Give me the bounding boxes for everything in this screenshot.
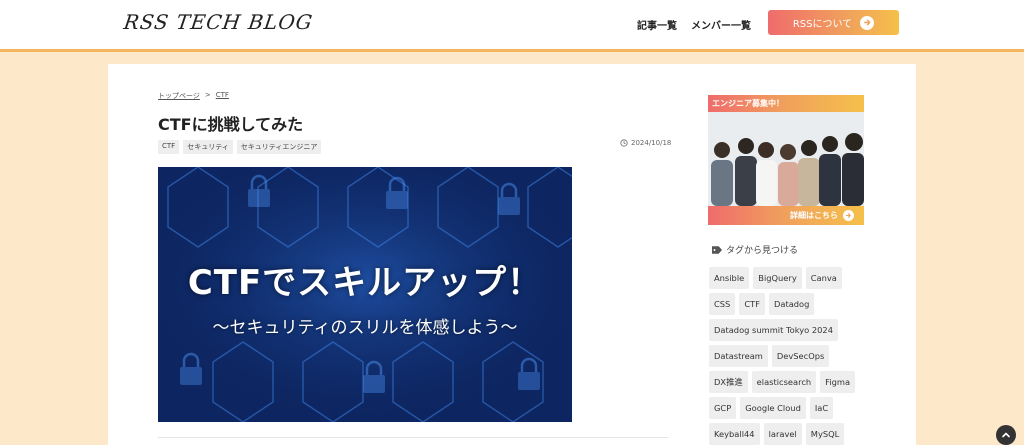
team-photo-illustration [708,112,864,206]
recruit-banner[interactable]: エンジニア募集中！ 詳細はこちら [708,95,864,225]
recruit-cta-label: 詳細はこちら [790,211,838,220]
recruit-cta[interactable]: 詳細はこちら [708,206,864,225]
article-title: CTFに挑戦してみた [158,115,304,134]
tag-cloud-item[interactable]: Datastream [709,345,768,367]
tag-cloud-item[interactable]: Keyball44 [709,423,760,445]
tag-cloud-item[interactable]: Canva [805,267,842,289]
tag-cloud-item[interactable]: laravel [763,423,802,445]
tag-section-title: タグから見つける [726,246,799,256]
tag-cloud-item[interactable]: Datadog summit Tokyo 2024 [709,319,838,341]
clock-icon [620,139,628,147]
site-logo[interactable]: RSS TECH BLOG [122,10,314,34]
recruit-banner-heading: エンジニア募集中！ [708,95,864,112]
tag-section-heading: タグから見つける [712,243,798,256]
scroll-to-top-button[interactable] [996,425,1016,445]
tag-cloud-item[interactable]: DevSecOps [771,345,830,367]
tag-cloud-item[interactable]: CTF [739,293,765,315]
tag-cloud-item[interactable]: Figma [820,371,856,393]
hero-title: CTFでスキルアップ！ [187,263,543,303]
tag-cloud-item[interactable]: DX推進 [709,371,748,393]
tag-cloud-item[interactable]: Ansible [709,267,750,289]
breadcrumb-separator: > [204,91,211,99]
article-tag[interactable]: セキュリティエンジニア [236,140,322,154]
tag-icon [712,245,722,254]
breadcrumb: トップページ > CTF [158,91,229,101]
team-photo [708,112,864,206]
hero-image: CTFでスキルアップ！ 〜セキュリティのスリルを体感しよう〜 [158,167,572,422]
arrow-right-icon [843,210,854,221]
article-tag[interactable]: セキュリティ [183,140,233,154]
tag-cloud-item[interactable]: MySQL [805,423,845,445]
tag-cloud-item[interactable]: elasticsearch [751,371,817,393]
article-tag[interactable]: CTF [158,140,180,154]
hero-subtitle: 〜セキュリティのスリルを体感しよう〜 [212,318,518,338]
tag-cloud-item[interactable]: IaC [809,397,834,419]
arrow-right-icon [860,15,875,30]
content-divider [158,437,668,438]
chevron-up-icon [1002,432,1010,438]
main-nav: 記事一覧 メンバー一覧 [637,17,751,32]
tag-cloud-item[interactable]: GCP [709,397,737,419]
breadcrumb-home[interactable]: トップページ [158,91,200,101]
rss-button-label: RSSについて [792,19,853,30]
publish-date-text: 2024/10/18 [631,139,672,147]
tag-cloud: Ansible BigQuery Canva CSS CTF Datadog D… [709,267,867,445]
tag-cloud-item[interactable]: CSS [709,293,736,315]
nav-members[interactable]: メンバー一覧 [691,17,751,32]
content-panel: トップページ > CTF CTFに挑戦してみた CTF セキュリティ セキュリテ… [108,64,916,445]
rss-about-button[interactable]: RSSについて [768,10,899,35]
publish-date: 2024/10/18 [620,139,671,147]
article-tags: CTF セキュリティ セキュリティエンジニア [158,140,322,154]
nav-articles[interactable]: 記事一覧 [637,17,677,32]
tag-cloud-item[interactable]: BigQuery [753,267,802,289]
tag-cloud-item[interactable]: Datadog [768,293,815,315]
tag-cloud-item[interactable]: Google Cloud [740,397,806,419]
site-header: RSS TECH BLOG 記事一覧 メンバー一覧 RSSについて [0,0,1024,52]
breadcrumb-ctf[interactable]: CTF [216,91,229,101]
